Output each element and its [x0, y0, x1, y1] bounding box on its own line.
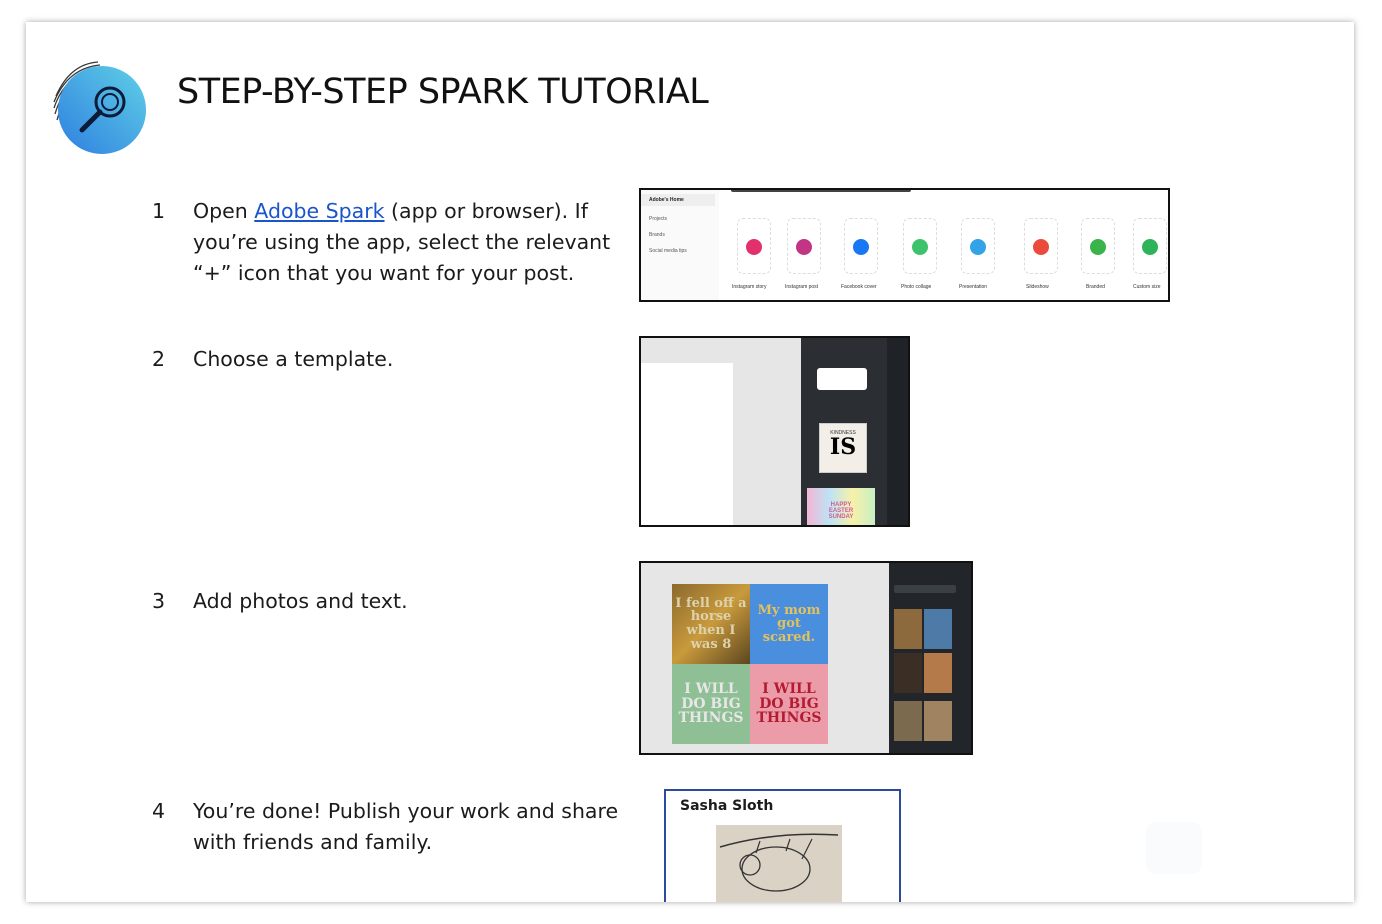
template-easter: HAPPY EASTER SUNDAY [807, 488, 875, 525]
screenshot-templates: KINDNESS IS HAPPY EASTER SUNDAY [639, 336, 910, 527]
slideshow-icon [1033, 239, 1049, 255]
option-label: Presentation [959, 284, 988, 290]
template-big-text: IS [829, 434, 857, 460]
photo-thumb [924, 609, 952, 649]
step-2-number: 2 [152, 347, 166, 371]
sloth-drawing [716, 825, 842, 902]
option-card [844, 218, 878, 274]
tile-photo-text: I fell off a horse when I was 8 [672, 584, 750, 664]
option-label: Instagram story [732, 284, 767, 290]
collage-icon [912, 239, 928, 255]
sidebar-item-brands: Brands [649, 232, 665, 238]
template-easter-text: HAPPY EASTER SUNDAY [828, 502, 854, 520]
photo-thumb [894, 701, 922, 741]
custom-size-icon [1142, 239, 1158, 255]
option-label: Instagram post [785, 284, 819, 290]
tile-mom-text: My mom got scared. [750, 584, 828, 664]
step-1-text: Open Adobe Spark (app or browser). If yo… [193, 196, 633, 289]
canvas-area [641, 363, 733, 525]
option-card [903, 218, 937, 274]
sidebar-item-home: Adobe's Home [641, 194, 715, 206]
option-label: Custom size [1133, 284, 1161, 290]
step-4-number: 4 [152, 799, 166, 823]
step-2-text: Choose a template. [193, 347, 394, 371]
instagram-icon [746, 239, 762, 255]
tile-will-red: I WILL DO BIG THINGS [750, 664, 828, 744]
photo-thumb [894, 609, 922, 649]
photo-thumb [894, 653, 922, 693]
cropped-heading [731, 190, 911, 192]
step-4-text: You’re done! Publish your work and share… [193, 799, 619, 854]
option-label: Photo collage [901, 284, 932, 290]
tutorial-page: STEP-BY-STEP SPARK TUTORIAL 1 Open Adobe… [26, 22, 1354, 902]
author-name: Sasha Sloth [680, 798, 774, 814]
step-3-number: 3 [152, 589, 166, 613]
spark-sidebar: Adobe's Home Projects Brands Social medi… [641, 190, 719, 300]
option-card [787, 218, 821, 274]
photo-thumb [924, 701, 952, 741]
tile-will-gray: I WILL DO BIG THINGS [672, 664, 750, 744]
option-label: Slideshow [1026, 284, 1049, 290]
step-1-number: 1 [152, 199, 166, 223]
option-card [737, 218, 771, 274]
screenshot-spark-home: Adobe's Home Projects Brands Social medi… [639, 188, 1170, 302]
photo-panel [889, 563, 971, 753]
option-card [961, 218, 995, 274]
sidebar-item-projects: Projects [649, 216, 668, 222]
step-3-text: Add photos and text. [193, 589, 408, 613]
photo-search-input [894, 585, 956, 593]
sidebar-item-tips: Social media tips [649, 248, 687, 254]
adobe-spark-link[interactable]: Adobe Spark [254, 199, 384, 223]
photo-thumb [924, 653, 952, 693]
screenshot-published: Sasha Sloth [664, 789, 901, 902]
magnifying-glass-icon [53, 61, 146, 154]
option-card [1133, 218, 1167, 274]
instagram-icon [796, 239, 812, 255]
option-label: Branded [1086, 284, 1105, 290]
option-card [1024, 218, 1058, 274]
step-1-text-before: Open [193, 199, 255, 223]
faint-overlay [1146, 822, 1202, 874]
presentation-icon [970, 239, 986, 255]
page-title: STEP-BY-STEP SPARK TUTORIAL [177, 72, 709, 112]
tool-rail [887, 338, 908, 525]
template-kindness: KINDNESS IS [819, 423, 867, 473]
option-label: Facebook cover [841, 284, 877, 290]
option-card [1081, 218, 1115, 274]
design-buttons [817, 368, 867, 390]
branded-icon [1090, 239, 1106, 255]
facebook-icon [853, 239, 869, 255]
screenshot-photos-text: I fell off a horse when I was 8 My mom g… [639, 561, 973, 755]
